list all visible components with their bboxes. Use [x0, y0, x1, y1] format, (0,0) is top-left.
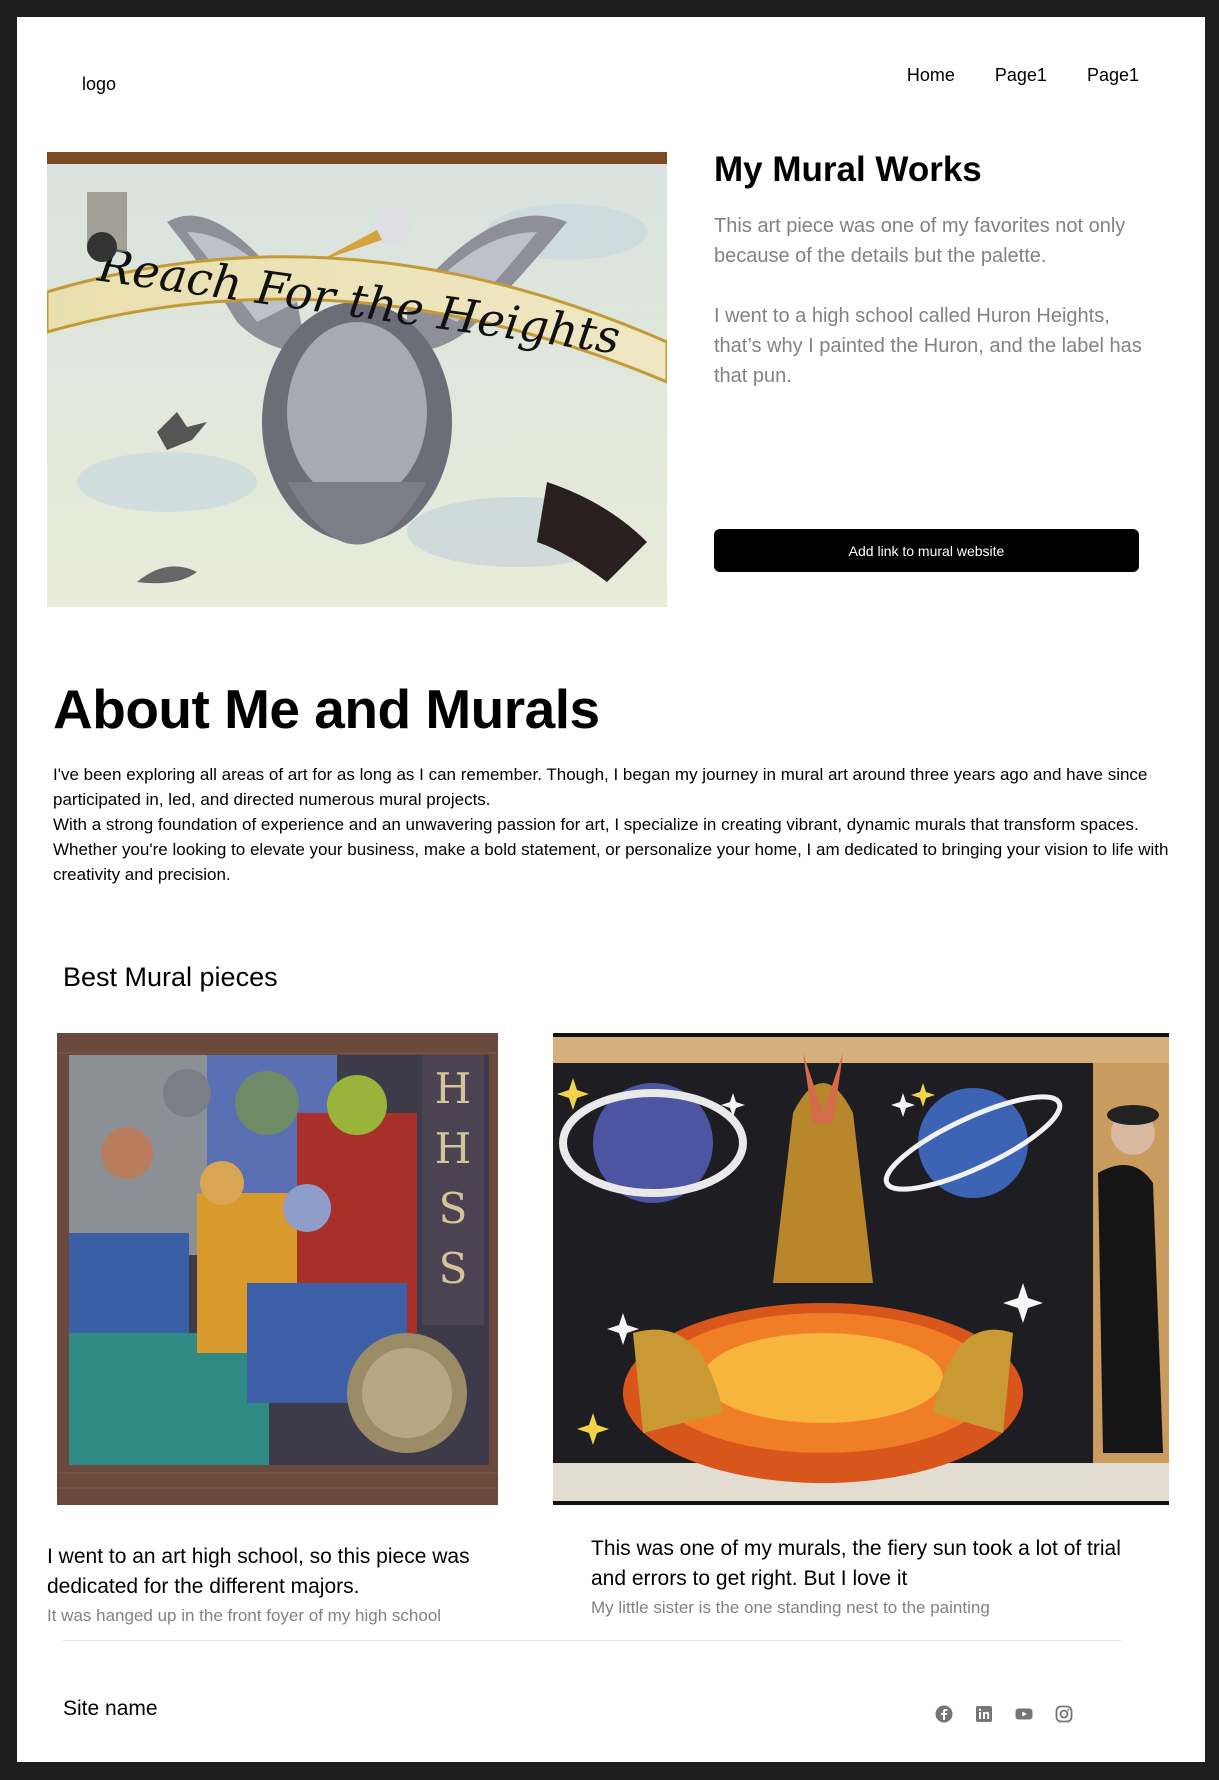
facebook-icon[interactable]	[935, 1705, 953, 1723]
linkedin-icon[interactable]	[975, 1705, 993, 1723]
caption-subtitle: My little sister is the one standing nes…	[591, 1598, 990, 1617]
hero-paragraph: I went to a high school called Huron Hei…	[714, 305, 1142, 387]
svg-text:H: H	[435, 1124, 472, 1173]
logo[interactable]: logo	[82, 74, 116, 95]
about-paragraph: With a strong foundation of experience a…	[53, 815, 1169, 884]
hero-paragraph: This art piece was one of my favorites n…	[714, 215, 1126, 267]
hero-title: My Mural Works	[714, 150, 982, 189]
caption-title: This was one of my murals, the fiery sun…	[591, 1537, 1121, 1590]
mural-image-majors: H H S S	[57, 1033, 498, 1505]
nav-page1-second[interactable]: Page1	[1087, 65, 1139, 86]
mural-caption-majors: I went to an art high school, so this pi…	[47, 1542, 497, 1626]
nav-page1[interactable]: Page1	[995, 65, 1047, 86]
best-pieces-title: Best Mural pieces	[63, 962, 278, 992]
about-paragraph: I've been exploring all areas of art for…	[53, 765, 1148, 809]
mural-caption-fiery-sun: This was one of my murals, the fiery sun…	[591, 1534, 1151, 1618]
social-links	[935, 1705, 1073, 1723]
svg-text:H: H	[435, 1064, 472, 1113]
top-nav: Home Page1 Page1	[907, 65, 1139, 86]
about-title: About Me and Murals	[53, 678, 600, 740]
instagram-icon[interactable]	[1055, 1705, 1073, 1723]
hero-mural-image: Reach For the Heights	[47, 152, 667, 607]
nav-home[interactable]: Home	[907, 65, 955, 86]
mural-image-fiery-sun	[553, 1033, 1169, 1505]
footer-divider	[63, 1640, 1121, 1641]
caption-title: I went to an art high school, so this pi…	[47, 1545, 470, 1598]
mural-website-button[interactable]: Add link to mural website	[714, 529, 1139, 572]
svg-text:S: S	[439, 1184, 468, 1233]
caption-subtitle: It was hanged up in the front foyer of m…	[47, 1606, 442, 1625]
page-frame: logo Home Page1 Page1 Reach For the Heig…	[17, 17, 1205, 1762]
about-text: I've been exploring all areas of art for…	[53, 762, 1183, 887]
svg-text:S: S	[439, 1244, 468, 1293]
footer-site-name[interactable]: Site name	[63, 1697, 158, 1721]
youtube-icon[interactable]	[1015, 1705, 1033, 1723]
hero-description: This art piece was one of my favorites n…	[714, 211, 1154, 421]
